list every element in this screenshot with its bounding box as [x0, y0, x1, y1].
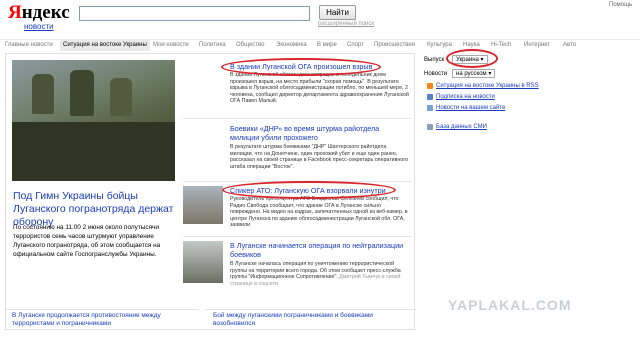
rss-icon — [427, 83, 433, 89]
nav-item-economy[interactable]: Экономика — [276, 42, 307, 48]
logo-text: ндекс — [21, 2, 70, 23]
annotation-circle — [222, 181, 396, 199]
nav-item-incidents[interactable]: Происшествия — [374, 42, 415, 48]
mail-icon — [427, 94, 433, 100]
header: Яндекс новости Найти расширенный поиск П… — [0, 0, 640, 38]
nav-item-politics[interactable]: Политика — [199, 42, 226, 48]
divider — [206, 309, 416, 310]
annotation-circle — [221, 58, 381, 76]
nav-item-culture[interactable]: Культура — [427, 42, 452, 48]
main-story-text: По состоянию на 11.00 2 июня около полут… — [13, 224, 161, 258]
bottom-story-link[interactable]: Бой между луганскими пограничниками и бо… — [213, 312, 413, 328]
divider — [183, 118, 411, 119]
rss-link[interactable]: Ситуация на востоке Украины в RSS — [436, 83, 539, 89]
category-nav: Главные новости Ситуация на востоке Укра… — [0, 39, 640, 51]
search-input[interactable] — [79, 6, 310, 21]
news-language-select[interactable]: на русском ▾ — [452, 69, 496, 78]
help-link[interactable]: Помощь — [609, 2, 632, 8]
divider — [5, 309, 199, 310]
story-item: Боевики «ДНР» во время штурма райотдела … — [183, 124, 411, 176]
news-on-site-link[interactable]: Новости на вашем сайте — [436, 105, 505, 111]
story-thumbnail[interactable] — [183, 186, 223, 224]
story-title[interactable]: Боевики «ДНР» во время штурма райотдела … — [230, 124, 410, 142]
logo-red-letter: Я — [8, 2, 22, 23]
story-item: В Луганске начинается операция по нейтра… — [183, 241, 411, 305]
divider — [183, 236, 411, 237]
nav-item-hitech[interactable]: Hi-Tech — [491, 42, 511, 48]
vehicle-shape — [12, 122, 175, 181]
annotation-circle — [446, 49, 498, 68]
news-language-label: Новости — [424, 71, 448, 77]
bottom-story-link[interactable]: В Луганске продолжается противостояние м… — [12, 312, 192, 328]
yandex-logo[interactable]: Яндекс — [8, 2, 70, 24]
soldier-figure — [32, 74, 54, 114]
story-text: Руководитель пресс-центра АТО Владислав … — [230, 196, 408, 229]
edition-label: Выпуск — [424, 57, 445, 63]
soldier-figure — [110, 78, 132, 116]
site-watermark: YAPLAKAL.COM — [448, 297, 572, 313]
nav-item-sport[interactable]: Спорт — [347, 42, 364, 48]
database-icon — [427, 124, 433, 130]
advanced-search-link[interactable]: расширенный поиск — [318, 21, 374, 27]
story-thumbnail[interactable] — [183, 241, 223, 283]
story-text: В Луганске началась операция по уничтоже… — [230, 261, 410, 287]
nav-item-internet[interactable]: Интернет — [524, 42, 550, 48]
story-title[interactable]: В Луганске начинается операция по нейтра… — [230, 241, 410, 259]
nav-item-east-ukraine[interactable]: Ситуация на востоке Украины — [60, 40, 150, 51]
news-section-link[interactable]: новости — [24, 22, 54, 31]
nav-item-main[interactable]: Главные новости — [5, 42, 53, 48]
nav-item-world[interactable]: В мире — [317, 42, 337, 48]
nav-item-auto[interactable]: Авто — [563, 42, 576, 48]
nav-item-my-news[interactable]: Мои новости — [153, 42, 189, 48]
soldier-figure — [70, 70, 94, 116]
subscribe-link[interactable]: Подписка на новости — [436, 94, 495, 100]
main-story-photo[interactable] — [12, 60, 175, 181]
media-database-link[interactable]: База данных СМИ — [436, 124, 487, 130]
story-text: В результате штурма боевиками "ДНР" Шахт… — [230, 144, 409, 170]
widget-icon — [427, 105, 433, 111]
nav-item-society[interactable]: Общество — [236, 42, 265, 48]
nav-item-science[interactable]: Наука — [463, 42, 480, 48]
search-button[interactable]: Найти — [319, 5, 356, 20]
story-text: В здании Луганской облгосадминистрации в… — [230, 72, 409, 105]
